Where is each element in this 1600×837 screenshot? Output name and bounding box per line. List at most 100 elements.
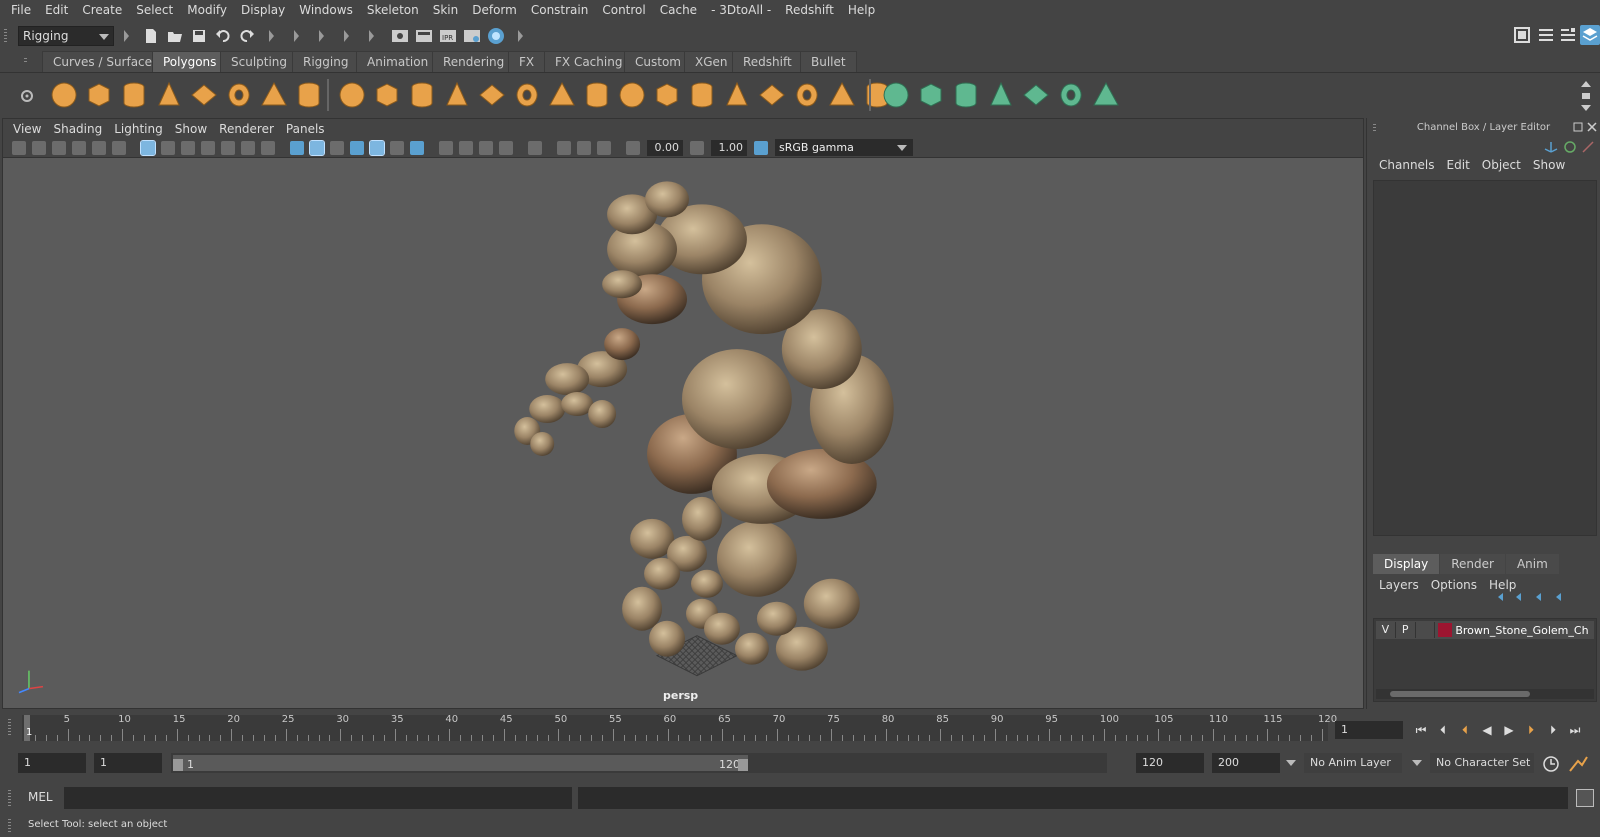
- render-frame-icon[interactable]: [414, 26, 434, 46]
- uv-editor-icon[interactable]: [1060, 83, 1082, 107]
- shelf-tab-rigging[interactable]: Rigging: [292, 51, 360, 72]
- smooth-shade-icon[interactable]: [309, 139, 325, 156]
- menu-windows[interactable]: Windows: [292, 0, 360, 21]
- shelf-tab-rendering[interactable]: Rendering: [432, 51, 516, 72]
- playback-start-field[interactable]: 1: [94, 753, 162, 773]
- float-panel-icon[interactable]: [1573, 122, 1583, 132]
- view-transform-dropdown[interactable]: sRGB gamma: [775, 139, 913, 156]
- multicut-icon[interactable]: [549, 81, 575, 106]
- animation-end-field[interactable]: 200: [1212, 753, 1280, 773]
- 2d-pan-zoom-icon[interactable]: [92, 140, 106, 155]
- menu-file[interactable]: File: [4, 0, 38, 21]
- screen-space-ao-icon[interactable]: [439, 140, 453, 155]
- play-forwards-icon[interactable]: ▶: [1499, 720, 1519, 740]
- shelf-menu-icon[interactable]: [24, 58, 27, 64]
- menu-skeleton[interactable]: Skeleton: [360, 0, 426, 21]
- shelf-tab-curves-surfaces[interactable]: Curves / Surfaces: [42, 51, 170, 72]
- uv-spherical-icon[interactable]: [955, 82, 977, 108]
- auto-key-icon[interactable]: [1542, 755, 1560, 773]
- layer-playback-toggle[interactable]: P: [1396, 622, 1416, 638]
- highlight-icon[interactable]: [1581, 140, 1595, 154]
- combine-icon[interactable]: [339, 82, 365, 108]
- bridge-icon[interactable]: [619, 82, 645, 108]
- mirror-icon[interactable]: [796, 83, 818, 107]
- menu-control[interactable]: Control: [595, 0, 652, 21]
- step-forward-key-icon[interactable]: ⏵: [1521, 720, 1541, 740]
- redo-icon[interactable]: [237, 26, 257, 46]
- undo-icon[interactable]: [213, 26, 233, 46]
- go-to-start-icon[interactable]: ⏮: [1411, 720, 1431, 740]
- tool-settings-icon[interactable]: [1558, 25, 1578, 45]
- exposure-icon[interactable]: [626, 140, 640, 155]
- menu-3dtoall[interactable]: - 3DtoAll -: [704, 0, 778, 21]
- shelf-tab-polygons[interactable]: Polygons: [152, 51, 228, 72]
- menu-help[interactable]: Help: [841, 0, 882, 21]
- layer-row[interactable]: V P Brown_Stone_Golem_Ch: [1376, 621, 1594, 639]
- shelf-tab-xgen[interactable]: XGen: [684, 51, 739, 72]
- torus-icon[interactable]: [228, 83, 250, 107]
- uv-cylindrical-icon[interactable]: [920, 83, 942, 107]
- target-weld-icon[interactable]: [586, 82, 608, 108]
- collapse-icon[interactable]: [124, 29, 129, 42]
- layer-tab-display[interactable]: Display: [1373, 554, 1440, 574]
- range-start-handle[interactable]: [173, 759, 183, 771]
- animation-start-field[interactable]: 1: [18, 753, 86, 773]
- status-line-grip[interactable]: [4, 29, 7, 43]
- menu-display[interactable]: Display: [234, 0, 292, 21]
- color-management-icon[interactable]: [754, 140, 768, 155]
- layer-menu-options[interactable]: Options: [1425, 578, 1483, 592]
- play-backwards-icon[interactable]: ◀: [1477, 720, 1497, 740]
- shelf-scroll-icon[interactable]: [1580, 79, 1592, 113]
- film-gate-icon[interactable]: [161, 140, 175, 155]
- chevron-down-icon[interactable]: [1286, 760, 1296, 768]
- move-layer-down-icon[interactable]: [1516, 593, 1521, 601]
- current-frame-field[interactable]: 1: [1335, 721, 1403, 739]
- sphere-icon[interactable]: [51, 82, 77, 108]
- anim-layer-dropdown[interactable]: No Anim Layer: [1304, 753, 1402, 773]
- channel-box-area[interactable]: [1373, 180, 1597, 536]
- menu-constrain[interactable]: Constrain: [524, 0, 596, 21]
- ipr-render-icon[interactable]: IPR: [438, 26, 458, 46]
- character-set-dropdown[interactable]: No Character Set: [1430, 753, 1534, 773]
- safe-action-icon[interactable]: [241, 140, 255, 155]
- xray-active-icon[interactable]: [577, 140, 591, 155]
- animation-preferences-icon[interactable]: [1568, 755, 1588, 773]
- extract-icon[interactable]: [411, 82, 433, 108]
- uv-layout-icon[interactable]: [1093, 81, 1119, 106]
- time-ruler[interactable]: 1 5 10 15 20 25 30 35 40 45 50 55 60 65 70 75 80 85 90 95 1…: [22, 714, 1337, 741]
- camera-icon[interactable]: [12, 140, 26, 155]
- range-end-handle[interactable]: [738, 759, 748, 771]
- time-slider-grip[interactable]: [8, 719, 11, 737]
- anti-aliasing-icon[interactable]: [479, 140, 493, 155]
- menu-cache[interactable]: Cache: [653, 0, 704, 21]
- wireframe-on-shaded-icon[interactable]: [350, 140, 364, 155]
- channel-box-toggle-icon[interactable]: [1580, 25, 1600, 45]
- cube-icon[interactable]: [88, 83, 110, 107]
- bookmark-icon[interactable]: [52, 140, 66, 155]
- help-line-grip[interactable]: [8, 819, 11, 833]
- smooth-icon[interactable]: [446, 81, 468, 106]
- viewport-menu-lighting[interactable]: Lighting: [108, 122, 169, 136]
- collapse-icon[interactable]: [369, 29, 374, 42]
- shelf-tab-custom[interactable]: Custom: [624, 51, 692, 72]
- golem-model[interactable]: [514, 181, 894, 671]
- speed-icon[interactable]: [1563, 140, 1577, 154]
- isolate-select-icon[interactable]: [528, 140, 542, 155]
- layer-tab-render[interactable]: Render: [1440, 554, 1505, 574]
- collapse-icon[interactable]: [344, 29, 349, 42]
- fill-hole-icon[interactable]: [759, 84, 785, 106]
- camera-attributes-icon[interactable]: [32, 140, 46, 155]
- viewport-menu-renderer[interactable]: Renderer: [213, 122, 280, 136]
- menu-redshift[interactable]: Redshift: [778, 0, 841, 21]
- modeling-toolkit-icon[interactable]: [1512, 25, 1532, 45]
- new-layer-icon[interactable]: [1536, 593, 1541, 601]
- menu-modify[interactable]: Modify: [180, 0, 234, 21]
- viewport-menu-shading[interactable]: Shading: [47, 122, 108, 136]
- default-material-icon[interactable]: [330, 140, 344, 155]
- uv-planar-icon[interactable]: [883, 82, 909, 108]
- gate-mask-icon[interactable]: [201, 140, 215, 155]
- viewport-panel[interactable]: View Shading Lighting Show Renderer Panels 0.…: [2, 118, 1364, 709]
- close-icon[interactable]: [1587, 122, 1597, 132]
- range-slider[interactable]: 1 120: [171, 753, 1107, 773]
- plane-icon[interactable]: [191, 84, 217, 106]
